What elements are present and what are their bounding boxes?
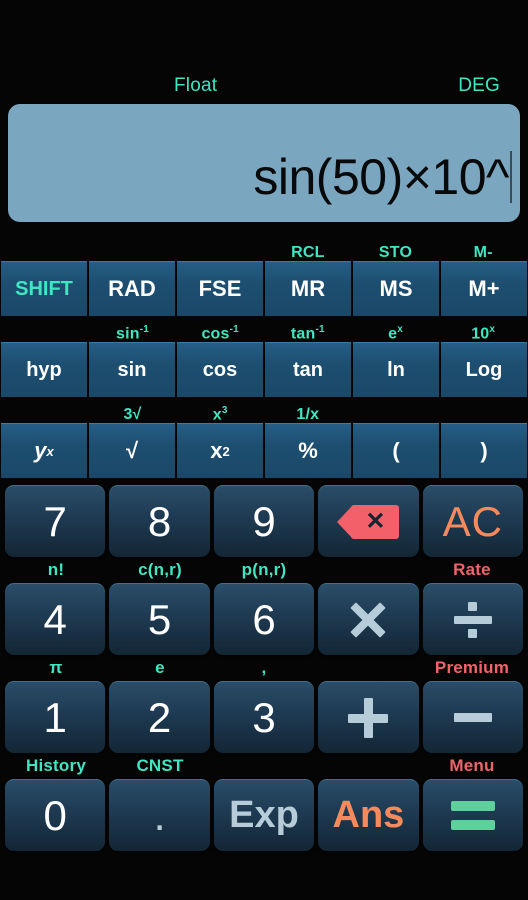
keypad-row: 4 5 6 <box>2 583 526 655</box>
all-clear-button[interactable]: AC <box>422 485 524 557</box>
secondary-label-asin: sin-1 <box>116 323 150 342</box>
tan-button[interactable]: tan <box>265 342 351 397</box>
answer-button[interactable]: Ans <box>318 779 419 851</box>
button-row: hyp sin cos tan ln Log <box>0 342 528 397</box>
keypad-label-row-zero: History CNST Menu <box>2 753 526 779</box>
key-0[interactable]: 0 <box>5 779 106 851</box>
function-row-power: 3√ x3 1/x yx √ x2 % ( ) <box>0 398 528 478</box>
label-pi: π <box>49 658 63 677</box>
keypad-group-789: 7 8 9 ✕ AC <box>2 485 526 557</box>
memory-store-button[interactable]: MS <box>353 261 439 316</box>
calculator-app: Float DEG sin(50)×10^ RCL STO M- SHIFT R… <box>0 0 528 900</box>
percent-button[interactable]: % <box>265 423 351 478</box>
secondary-label-row-power: 3√ x3 1/x <box>0 398 528 423</box>
sin-button[interactable]: sin <box>89 342 175 397</box>
key-7[interactable]: 7 <box>5 485 106 557</box>
fse-button[interactable]: FSE <box>177 261 263 316</box>
plus-icon <box>348 697 389 738</box>
square-button[interactable]: x2 <box>177 423 263 478</box>
cos-button[interactable]: cos <box>177 342 263 397</box>
label-factorial: n! <box>47 560 65 579</box>
plus-button[interactable] <box>318 681 419 753</box>
secondary-label-cube-root: 3√ <box>123 406 142 423</box>
key-6[interactable]: 6 <box>213 583 315 655</box>
label-constants: CNST <box>136 756 184 775</box>
function-key-block: RCL STO M- SHIFT RAD FSE MR MS M+ sin-1 … <box>0 236 528 479</box>
hyp-button[interactable]: hyp <box>1 342 87 397</box>
close-paren-button[interactable]: ) <box>441 423 527 478</box>
button-row: yx √ x2 % ( ) <box>0 423 528 478</box>
status-bar <box>0 0 528 68</box>
function-row-trig: sin-1 cos-1 tan-1 ex 10x hyp sin cos tan… <box>0 317 528 397</box>
secondary-label-reciprocal: 1/x <box>296 406 320 423</box>
keypad-label-row-123: π e , Premium <box>2 655 526 681</box>
decimal-point-button[interactable]: . <box>109 779 210 851</box>
calculator-display[interactable]: sin(50)×10^ <box>8 104 520 222</box>
square-root-button[interactable]: √ <box>89 423 175 478</box>
key-8[interactable]: 8 <box>109 485 210 557</box>
keypad-row: 0 . Exp Ans <box>2 779 526 851</box>
equals-icon <box>450 801 495 830</box>
secondary-label-rcl: RCL <box>291 244 325 261</box>
log-button[interactable]: Log <box>441 342 527 397</box>
key-4[interactable]: 4 <box>5 583 106 655</box>
label-combination: c(n,r) <box>138 560 182 579</box>
secondary-label-atan: tan-1 <box>290 323 325 342</box>
key-2[interactable]: 2 <box>109 681 210 753</box>
backspace-button[interactable]: ✕ <box>318 485 419 557</box>
label-premium: Premium <box>434 658 510 677</box>
display-wrapper: sin(50)×10^ <box>0 104 528 222</box>
secondary-label-exp-e: ex <box>388 323 403 342</box>
key-9[interactable]: 9 <box>213 485 315 557</box>
function-row-memory: RCL STO M- SHIFT RAD FSE MR MS M+ <box>0 236 528 316</box>
minus-button[interactable] <box>422 681 524 753</box>
exponent-button[interactable]: Exp <box>213 779 315 851</box>
ln-button[interactable]: ln <box>353 342 439 397</box>
key-1[interactable]: 1 <box>5 681 106 753</box>
divide-icon <box>453 601 492 638</box>
label-menu: Menu <box>449 756 495 775</box>
label-comma: , <box>261 658 267 677</box>
button-row: SHIFT RAD FSE MR MS M+ <box>0 261 528 316</box>
key-3[interactable]: 3 <box>213 681 315 753</box>
label-permutation: p(n,r) <box>241 560 287 579</box>
minus-icon <box>453 713 492 722</box>
rad-button[interactable]: RAD <box>89 261 175 316</box>
equals-button[interactable] <box>422 779 524 851</box>
angle-mode-indicator[interactable]: DEG <box>458 75 500 97</box>
multiply-icon <box>348 600 388 640</box>
divide-button[interactable] <box>422 583 524 655</box>
text-cursor <box>510 151 512 203</box>
secondary-label-cube: x3 <box>212 404 228 423</box>
secondary-label-m-minus: M- <box>473 244 493 261</box>
secondary-label-row-memory: RCL STO M- <box>0 236 528 261</box>
label-history: History <box>26 756 86 775</box>
memory-recall-button[interactable]: MR <box>265 261 351 316</box>
power-button[interactable]: yx <box>1 423 87 478</box>
open-paren-button[interactable]: ( <box>353 423 439 478</box>
secondary-label-row-trig: sin-1 cos-1 tan-1 ex 10x <box>0 317 528 342</box>
keypad-row: 1 2 3 <box>2 681 526 753</box>
keypad-label-row-456: n! c(n,r) p(n,r) Rate <box>2 557 526 583</box>
label-e: e <box>155 658 165 677</box>
label-rate: Rate <box>453 560 491 579</box>
float-mode-indicator[interactable]: Float <box>174 75 217 97</box>
display-expression: sin(50)×10^ <box>253 149 509 205</box>
secondary-label-sto: STO <box>378 244 413 261</box>
secondary-label-acos: cos-1 <box>201 323 239 342</box>
mode-indicator-bar: Float DEG <box>0 68 528 104</box>
memory-add-button[interactable]: M+ <box>441 261 527 316</box>
display-expression-line: sin(50)×10^ <box>253 148 512 206</box>
secondary-label-exp-ten: 10x <box>471 323 496 342</box>
numeric-keypad: 7 8 9 ✕ AC n! c(n,r) p(n,r) Rate 4 5 6 π… <box>0 479 528 900</box>
keypad-row: 7 8 9 ✕ AC <box>2 485 526 557</box>
multiply-button[interactable] <box>318 583 419 655</box>
backspace-icon: ✕ <box>337 504 400 539</box>
key-5[interactable]: 5 <box>109 583 210 655</box>
shift-button[interactable]: SHIFT <box>1 261 87 316</box>
